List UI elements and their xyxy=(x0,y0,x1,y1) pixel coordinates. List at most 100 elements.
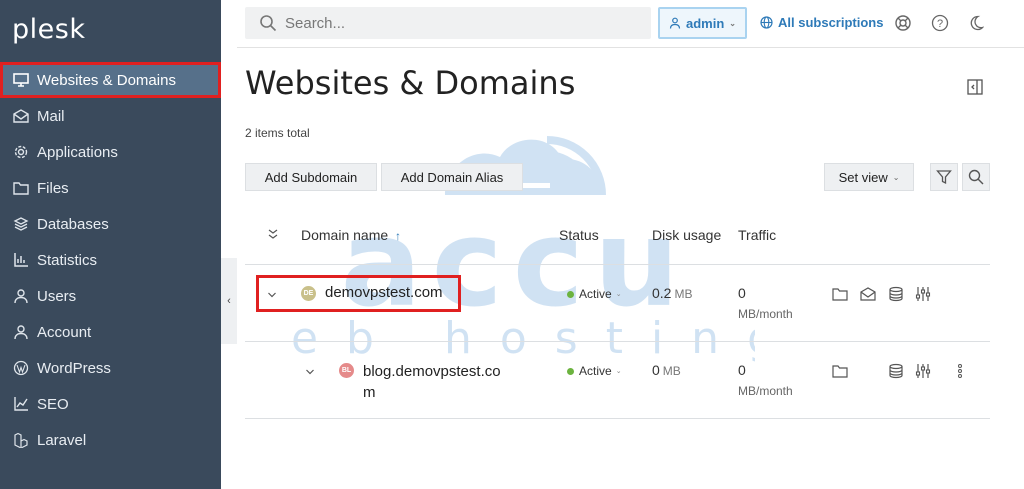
status-dropdown[interactable]: Active ⌄ xyxy=(567,364,622,378)
user-label: admin xyxy=(686,15,725,31)
sidebar-item-label: Account xyxy=(37,323,92,341)
mail-icon[interactable] xyxy=(859,285,877,303)
wordpress-icon xyxy=(12,359,30,377)
folder-icon[interactable] xyxy=(831,362,849,380)
status-label: Active xyxy=(579,364,612,378)
chevron-down-icon[interactable] xyxy=(305,364,315,382)
account-icon xyxy=(12,323,30,341)
sidebar-item-applications[interactable]: Applications xyxy=(0,134,221,170)
support-icon[interactable] xyxy=(893,13,913,33)
chevron-down-icon: ⌄ xyxy=(892,172,900,182)
search-list-button[interactable] xyxy=(962,163,990,191)
sidebar-item-files[interactable]: Files xyxy=(0,170,221,206)
filter-button[interactable] xyxy=(930,163,958,191)
domains-table: Domain name ↑ Status Disk usage Traffic … xyxy=(245,215,990,419)
seo-icon xyxy=(12,395,30,413)
add-domain-alias-button[interactable]: Add Domain Alias xyxy=(381,163,523,191)
sidebar-item-mail[interactable]: Mail xyxy=(0,98,221,134)
user-icon xyxy=(12,287,30,305)
traffic-value: 0 xyxy=(738,285,746,301)
highlight-box xyxy=(256,275,461,312)
subscriptions-label: All subscriptions xyxy=(778,15,884,30)
column-status[interactable]: Status xyxy=(559,227,599,243)
sidebar-item-statistics[interactable]: Statistics xyxy=(0,242,221,278)
traffic: 0 MB/month xyxy=(738,285,793,321)
disk-usage: 0 MB xyxy=(652,362,681,378)
sidebar-item-databases[interactable]: Databases xyxy=(0,206,221,242)
column-disk-usage[interactable]: Disk usage xyxy=(652,227,721,243)
sidebar-item-label: Websites & Domains xyxy=(37,71,176,89)
sidebar-item-label: Files xyxy=(37,179,69,197)
items-total: 2 items total xyxy=(245,126,310,140)
gear-icon xyxy=(12,143,30,161)
topbar: Search... admin ⌄ All subscriptions ? xyxy=(237,0,1024,48)
column-traffic[interactable]: Traffic xyxy=(738,227,776,243)
sidebar-item-laravel[interactable]: Laravel xyxy=(0,422,221,458)
sidebar-item-wordpress[interactable]: WordPress xyxy=(0,350,221,386)
table-header: Domain name ↑ Status Disk usage Traffic xyxy=(245,215,990,265)
domain-name-link[interactable]: blog.demovpstest.co m xyxy=(363,361,501,403)
settings-sliders-icon[interactable] xyxy=(914,285,932,303)
chevron-down-icon: ⌄ xyxy=(615,291,622,298)
status-dot xyxy=(567,367,574,375)
chevron-left-icon: ‹ xyxy=(227,295,231,307)
side-panel-toggle-icon[interactable] xyxy=(967,79,983,95)
traffic: 0 MB/month xyxy=(738,362,793,398)
database-icon[interactable] xyxy=(887,362,905,380)
monitor-icon xyxy=(12,71,30,89)
traffic-unit: MB/month xyxy=(738,384,793,398)
sort-ascending-icon: ↑ xyxy=(395,229,402,243)
column-label: Domain name xyxy=(301,227,389,243)
folder-icon[interactable] xyxy=(831,285,849,303)
plesk-logo[interactable]: plesk xyxy=(12,14,85,45)
sidebar-item-users[interactable]: Users xyxy=(0,278,221,314)
domain-name-line: blog.demovpstest.co xyxy=(363,363,501,380)
sidebar-item-account[interactable]: Account xyxy=(0,314,221,350)
expand-all-icon[interactable] xyxy=(267,227,279,243)
disk-unit: MB xyxy=(674,287,693,301)
database-icon xyxy=(12,215,30,233)
svg-text:?: ? xyxy=(937,18,943,30)
laravel-icon xyxy=(12,431,30,449)
set-view-dropdown[interactable]: Set view ⌄ xyxy=(824,163,914,191)
page-title: Websites & Domains xyxy=(245,64,576,102)
database-icon[interactable] xyxy=(887,285,905,303)
status-label: Active xyxy=(579,287,612,301)
search-input[interactable]: Search... xyxy=(245,7,651,39)
status-dot xyxy=(567,290,574,298)
globe-icon xyxy=(760,16,773,29)
all-subscriptions-link[interactable]: All subscriptions xyxy=(760,15,883,30)
sidebar-item-label: WordPress xyxy=(37,359,111,377)
sidebar: plesk Websites & Domains Mail Applicatio… xyxy=(0,0,221,489)
column-domain-name[interactable]: Domain name ↑ xyxy=(301,227,401,243)
bar-chart-icon xyxy=(12,251,30,269)
domain-avatar: BL xyxy=(339,363,354,378)
table-row: BL blog.demovpstest.co m Active ⌄ 0 MB 0 … xyxy=(245,342,990,419)
sidebar-item-label: Applications xyxy=(37,143,118,161)
traffic-unit: MB/month xyxy=(738,307,793,321)
status-dropdown[interactable]: Active ⌄ xyxy=(567,287,622,301)
search-icon xyxy=(259,14,277,32)
sidebar-item-label: Users xyxy=(37,287,77,305)
search-placeholder: Search... xyxy=(285,14,346,32)
disk-value: 0 xyxy=(652,362,660,378)
sidebar-item-label: Statistics xyxy=(37,251,98,269)
more-vertical-icon[interactable] xyxy=(951,362,969,380)
set-view-label: Set view xyxy=(838,169,888,185)
search-icon xyxy=(968,169,984,185)
sidebar-item-label: Databases xyxy=(37,215,109,233)
dark-mode-icon[interactable] xyxy=(966,13,986,33)
sidebar-item-label: Mail xyxy=(37,107,65,125)
sidebar-collapse-handle[interactable]: ‹ xyxy=(221,258,237,344)
disk-usage: 0.2 MB xyxy=(652,285,692,301)
disk-unit: MB xyxy=(662,364,681,378)
mail-icon xyxy=(12,107,30,125)
sidebar-item-seo[interactable]: SEO xyxy=(0,386,221,422)
sidebar-item-websites-domains[interactable]: Websites & Domains xyxy=(0,62,221,98)
settings-sliders-icon[interactable] xyxy=(914,362,932,380)
help-icon[interactable]: ? xyxy=(930,13,950,33)
user-menu-button[interactable]: admin ⌄ xyxy=(658,7,747,39)
sidebar-nav: Websites & Domains Mail Applications Fil… xyxy=(0,62,221,458)
add-subdomain-button[interactable]: Add Subdomain xyxy=(245,163,377,191)
disk-value: 0.2 xyxy=(652,285,672,301)
